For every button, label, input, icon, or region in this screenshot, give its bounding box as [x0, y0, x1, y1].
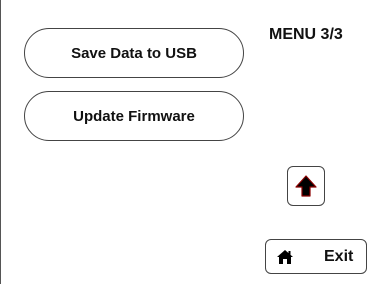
home-icon [276, 249, 294, 265]
menu-screen: Save Data to USB Update Firmware MENU 3/… [0, 0, 377, 284]
up-arrow-button[interactable] [287, 166, 325, 206]
exit-label: Exit [324, 247, 354, 265]
update-firmware-button[interactable]: Update Firmware [24, 91, 244, 141]
save-data-to-usb-label: Save Data to USB [71, 44, 197, 62]
save-data-to-usb-button[interactable]: Save Data to USB [24, 28, 244, 78]
menu-page-title: MENU 3/3 [269, 26, 343, 43]
update-firmware-label: Update Firmware [73, 107, 195, 125]
exit-button[interactable]: Exit [265, 239, 367, 274]
arrow-up-icon [295, 175, 317, 197]
